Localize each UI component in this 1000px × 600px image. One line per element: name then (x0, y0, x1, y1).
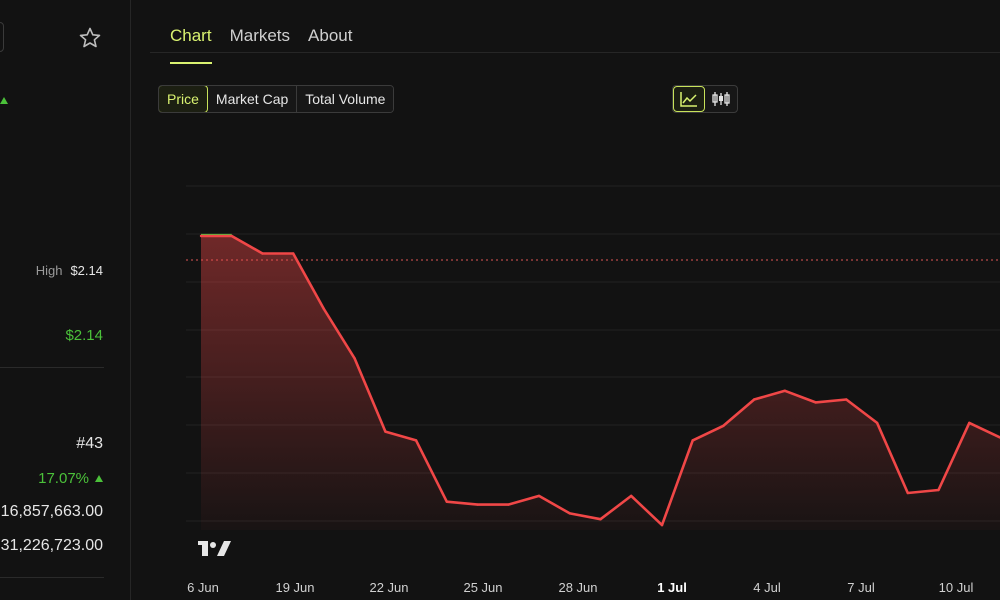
line-chart-button[interactable] (673, 86, 705, 112)
price-point-3-jul (722, 424, 725, 427)
current-price-value: $2.14 (65, 327, 103, 344)
tradingview-logo[interactable] (198, 541, 231, 556)
market-cap-metric-button[interactable]: Market Cap (207, 86, 298, 112)
x-axis-tick-label: 1 Jul (657, 580, 687, 595)
percent-change-value: 17.07% (38, 470, 103, 487)
tabs-divider (150, 52, 1000, 53)
market-rank-value: #43 (76, 435, 103, 452)
price-point-9-jul (906, 491, 909, 495)
high-value: $2.14 (70, 263, 103, 278)
price-point-28-jun (568, 512, 571, 515)
price-up-arrow-icon (0, 97, 8, 104)
price-point-1-jul (660, 523, 664, 527)
price-point-26-jun (507, 503, 510, 506)
price-point-4-jul (753, 398, 756, 401)
price-point-11-jul (968, 421, 971, 425)
x-axis-tick-label: 28 Jun (558, 580, 597, 595)
x-axis-tick-label: 25 Jun (463, 580, 502, 595)
price-point-30-jun (630, 494, 633, 498)
percent-up-arrow-icon (95, 475, 103, 482)
token-stats-sidebar: High $2.14 $2.14 #43 17.07% 16,857,663.00… (0, 0, 130, 600)
percent-change-text: 17.07% (38, 470, 89, 487)
price-point-7-jul (845, 398, 848, 401)
main-tabs: Chart Markets About (170, 26, 352, 64)
sidebar-divider-1 (0, 367, 104, 368)
price-point-18-jun (261, 252, 264, 255)
candlestick-chart-button[interactable] (705, 86, 737, 112)
price-area-fill (201, 236, 1000, 530)
price-point-17-jun (230, 234, 233, 238)
price-point-22-jun (384, 430, 387, 433)
price-point-27-jun (537, 494, 541, 498)
price-point-21-jun (353, 357, 356, 360)
tab-markets[interactable]: Markets (230, 26, 290, 52)
tab-about[interactable]: About (308, 26, 352, 52)
price-point-10-jul (937, 488, 940, 492)
high-label: High (35, 263, 63, 278)
price-chart[interactable]: 6 Jun 19 Jun 22 Jun 25 Jun 28 Jun 1 Jul 4 Jul 7… (0, 0, 1000, 600)
chart-type-toggle-group (672, 85, 738, 113)
stat-value-1: 16,857,663.00 (0, 503, 103, 520)
x-axis-tick-label: 19 Jun (275, 580, 314, 595)
star-icon[interactable] (78, 26, 102, 50)
sidebar-divider-2 (0, 577, 104, 578)
sidebar-top-control[interactable] (0, 22, 4, 52)
price-point-20-jun (322, 307, 326, 311)
price-point-29-jun (599, 518, 602, 521)
price-point-25-jun (476, 503, 479, 506)
tab-chart[interactable]: Chart (170, 26, 212, 64)
x-axis-tick-label: 22 Jun (369, 580, 408, 595)
line-chart-icon (680, 92, 697, 107)
sidebar-border (130, 0, 131, 600)
total-volume-metric-button[interactable]: Total Volume (297, 86, 394, 112)
metric-toggle-group: Price Market Cap Total Volume (158, 85, 395, 113)
price-point-23-jun (414, 439, 418, 442)
price-point-5-jul (783, 389, 787, 392)
candlestick-icon (712, 92, 730, 106)
price-metric-button[interactable]: Price (159, 86, 208, 112)
price-point-6-jul (814, 401, 817, 404)
x-axis-tick-label: 6 Jun (187, 580, 219, 595)
x-axis-tick-label: 10 Jul (939, 580, 974, 595)
price-point-8-jul (875, 421, 879, 425)
x-axis-tick-label: 4 Jul (753, 580, 781, 595)
price-point-24-jun (445, 500, 448, 503)
stat-value-2: 31,226,723.00 (0, 537, 103, 554)
price-point-16-jun (199, 234, 203, 238)
x-axis-tick-label: 7 Jul (847, 580, 875, 595)
price-point-2-jul (691, 439, 694, 442)
high-price-row: High $2.14 (36, 263, 103, 278)
price-point-19-jun (292, 252, 295, 255)
